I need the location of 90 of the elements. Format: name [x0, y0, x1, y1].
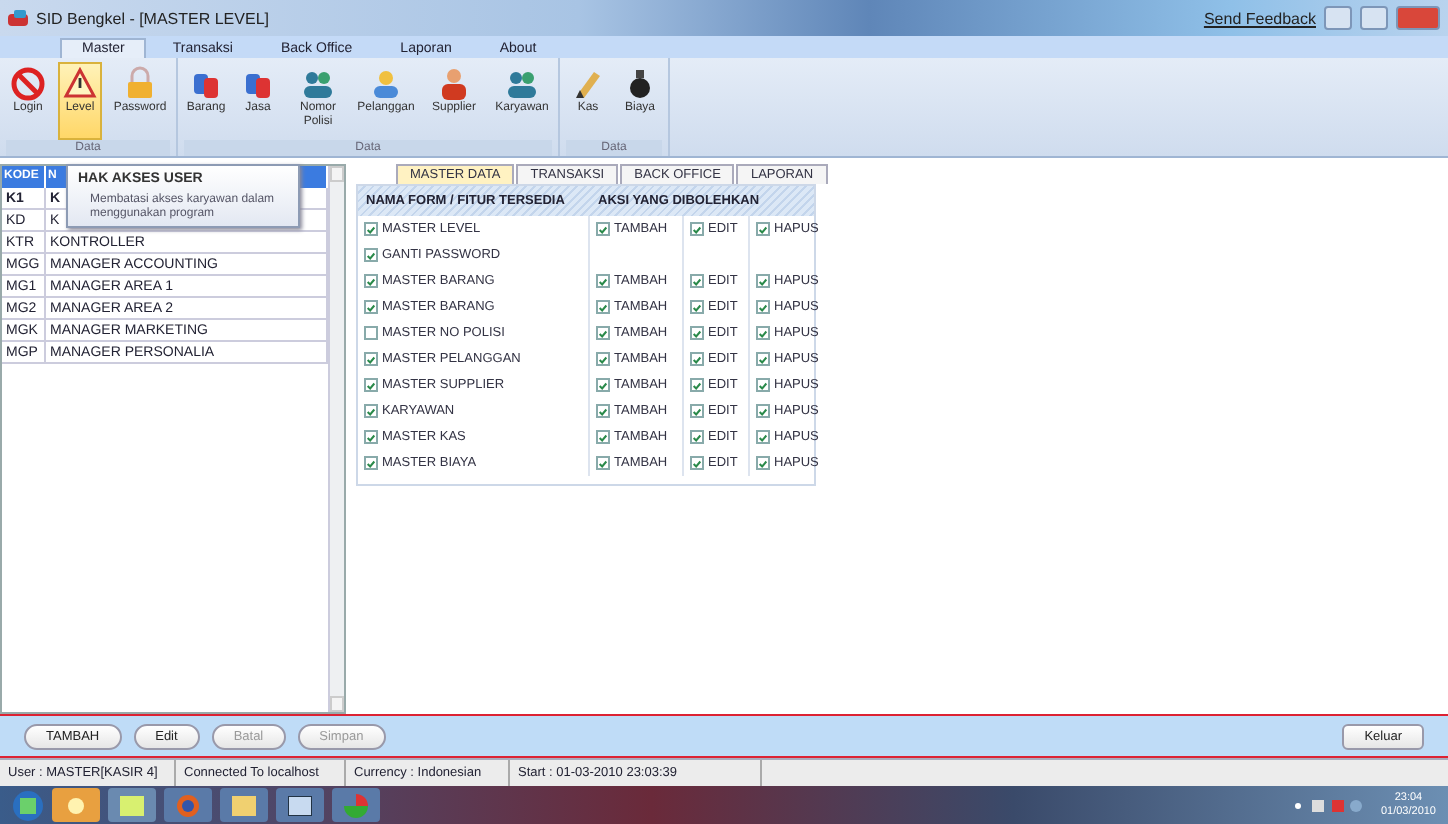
window-icon[interactable]	[276, 788, 324, 822]
checkbox[interactable]	[364, 222, 378, 236]
checkbox[interactable]	[596, 300, 610, 314]
checkbox[interactable]	[756, 456, 770, 470]
checkbox[interactable]	[690, 430, 704, 444]
checkmark-icon	[692, 275, 702, 287]
taskbar-icon[interactable]	[108, 788, 156, 822]
checkbox[interactable]	[756, 378, 770, 392]
checkmark-icon	[366, 223, 376, 235]
checkbox[interactable]	[596, 404, 610, 418]
checkbox[interactable]	[690, 222, 704, 236]
people-icon	[504, 66, 540, 102]
scrollbar[interactable]	[328, 166, 344, 712]
checkmark-icon	[366, 431, 376, 443]
checkbox[interactable]	[690, 404, 704, 418]
window-title: SID Bengkel - [MASTER LEVEL]	[36, 9, 269, 27]
checkmark-icon	[692, 379, 702, 391]
checkbox[interactable]	[364, 274, 378, 288]
checkbox[interactable]	[690, 274, 704, 288]
checkbox[interactable]	[364, 456, 378, 470]
checkbox[interactable]	[364, 300, 378, 314]
checkmark-icon	[692, 223, 702, 235]
checkmark-icon	[758, 223, 768, 235]
checkbox[interactable]	[596, 222, 610, 236]
checkbox[interactable]	[690, 326, 704, 340]
checkbox[interactable]	[596, 352, 610, 366]
checkbox[interactable]	[756, 222, 770, 236]
checkmark-icon	[758, 275, 768, 287]
forbidden-icon	[10, 66, 46, 102]
checkbox[interactable]	[364, 378, 378, 392]
start-icon[interactable]	[12, 789, 44, 821]
checkmark-icon	[366, 379, 376, 391]
checkbox[interactable]	[690, 456, 704, 470]
checkbox[interactable]	[756, 404, 770, 418]
checkbox[interactable]	[690, 352, 704, 366]
pencil-icon	[570, 66, 606, 102]
checkmark-icon	[758, 327, 768, 339]
checkbox[interactable]	[756, 430, 770, 444]
checkbox[interactable]	[364, 248, 378, 262]
person-icon	[436, 66, 472, 102]
person-icon	[368, 66, 404, 102]
checkmark-icon	[366, 249, 376, 261]
checkbox[interactable]	[596, 456, 610, 470]
checkbox[interactable]	[690, 300, 704, 314]
checkbox[interactable]	[596, 378, 610, 392]
checkmark-icon	[598, 327, 608, 339]
checkmark-icon	[598, 353, 608, 365]
checkbox[interactable]	[364, 326, 378, 340]
checkbox[interactable]	[756, 300, 770, 314]
checkmark-icon	[598, 405, 608, 417]
checkbox[interactable]	[364, 352, 378, 366]
checkmark-icon	[692, 327, 702, 339]
checkmark-icon	[598, 275, 608, 287]
checkmark-icon	[598, 431, 608, 443]
minimize-button[interactable]	[1324, 6, 1352, 30]
people-icon	[300, 66, 336, 102]
checkbox[interactable]	[596, 430, 610, 444]
checkmark-icon	[366, 457, 376, 469]
checkbox[interactable]	[756, 352, 770, 366]
checkmark-icon	[758, 353, 768, 365]
checkmark-icon	[758, 431, 768, 443]
checkbox[interactable]	[690, 378, 704, 392]
checkmark-icon	[692, 431, 702, 443]
checkbox[interactable]	[596, 274, 610, 288]
feedback-link[interactable]: Send Feedback	[1203, 9, 1316, 27]
checkmark-icon	[366, 405, 376, 417]
checkbox[interactable]	[756, 274, 770, 288]
checkbox[interactable]	[364, 404, 378, 418]
warning-icon	[62, 66, 98, 102]
checkmark-icon	[758, 301, 768, 313]
checkmark-icon	[692, 457, 702, 469]
checkbox[interactable]	[756, 326, 770, 340]
checkmark-icon	[692, 405, 702, 417]
checkmark-icon	[758, 379, 768, 391]
padlock-icon	[122, 66, 158, 102]
checkmark-icon	[366, 275, 376, 287]
checkmark-icon	[598, 223, 608, 235]
checkbox[interactable]	[596, 326, 610, 340]
checkmark-icon	[758, 405, 768, 417]
checkmark-icon	[758, 457, 768, 469]
checkmark-icon	[598, 379, 608, 391]
app-icon	[8, 9, 28, 27]
checkmark-icon	[366, 301, 376, 313]
checkmark-icon	[598, 457, 608, 469]
checkmark-icon	[692, 353, 702, 365]
checkmark-icon	[366, 353, 376, 365]
checkmark-icon	[692, 301, 702, 313]
checkmark-icon	[598, 301, 608, 313]
maximize-button[interactable]	[1360, 6, 1388, 30]
checkbox[interactable]	[364, 430, 378, 444]
